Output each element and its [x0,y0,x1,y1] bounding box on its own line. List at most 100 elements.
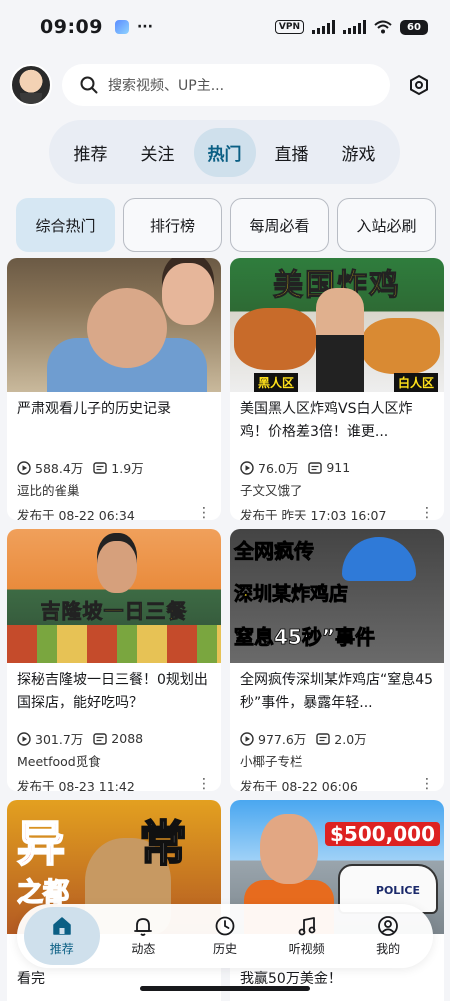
more-options-icon[interactable]: ⋮ [420,776,434,791]
view-count: 588.4万 [35,461,84,476]
thumbnail-label: 黑人区 [254,373,299,392]
video-stats: 301.7万 2088 [7,729,221,748]
video-title-peek: 我赢50万美金！ [240,971,342,987]
view-count: 76.0万 [258,461,299,476]
user-avatar[interactable] [10,64,52,106]
danmaku-icon [308,461,323,474]
thumbnail-label: 白人区 [393,373,438,392]
hexagon-settings-icon [410,74,428,96]
home-indicator[interactable] [140,986,310,991]
bell-icon [134,918,153,936]
video-title: 严肃观看儿子的历史记录 [17,401,171,417]
wifi-icon [374,20,392,34]
nav-label: 听视频 [288,942,325,956]
home-icon [53,917,71,935]
nav-label: 推荐 [49,942,74,956]
video-title: 美国黑人区炸鸡VS白人区炸鸡！价格差3倍！谁更... [240,401,413,440]
nav-label: 动态 [131,942,156,956]
hot-sub-tabs: 综合热门 排行榜 每周必看 入站必刷 [16,198,436,252]
danmaku-count: 1.9万 [111,461,144,476]
thumbnail-label: POLICE [375,884,420,897]
publish-date: 发布于 08-22 06:06 [240,779,358,791]
nav-label: 历史 [212,942,237,956]
status-right: VPN 60 [274,19,428,35]
clock-icon [215,916,235,936]
more-options-icon[interactable]: ⋮ [420,505,434,520]
music-note-icon [298,917,315,936]
thumbnail-headline: 吉隆坡一日三餐 [40,599,188,624]
more-notifications-icon: ··· [136,19,153,35]
danmaku-icon [93,732,107,745]
publish-date: 发布于 昨天 17:03 16:07 [240,508,387,520]
video-title: 探秘吉隆坡一日三餐！0规划出国探店，能好吃吗？ [17,672,208,711]
battery-icon: 60 [400,19,428,35]
thumbnail-headline: 全网疯传 [234,539,315,564]
video-title-peek: 看完 [17,971,45,987]
danmaku-count: 2088 [111,731,144,746]
user-icon [378,916,399,936]
subtab-overall-hot[interactable]: 综合热门 [16,198,115,252]
view-count: 301.7万 [35,732,84,747]
nav-recommend[interactable]: 推荐 [23,907,100,965]
vpn-badge: VPN [274,20,304,34]
play-count-icon [240,731,254,746]
more-options-icon[interactable]: ⋮ [197,776,211,791]
play-count-icon [240,460,254,475]
view-count: 977.6万 [258,732,307,747]
video-thumbnail: 全网疯传 深圳某炸鸡店 窒息45秒”事件 [230,529,444,663]
bottom-navigation: 推荐 动态 历史 听视频 我的 [17,904,433,968]
video-stats: 588.4万 1.9万 [7,458,221,477]
signal-icon [312,20,335,34]
tab-live[interactable]: 直播 [261,128,323,177]
search-bar[interactable]: 搜索视频、UP主... [62,64,390,106]
thumbnail-headline: 常 [138,815,188,873]
status-bar: 09:09 ··· VPN 60 [0,0,450,54]
subtab-must-watch[interactable]: 入站必刷 [337,198,436,252]
uploader-name[interactable]: 逗比的雀巢 [7,477,221,499]
tab-hot[interactable]: 热门 [193,127,256,177]
video-feed: 严肃观看儿子的历史记录 588.4万 1.9万 逗比的雀巢 发布于 08-22 … [7,258,444,1001]
video-thumbnail [7,258,221,392]
more-options-icon[interactable]: ⋮ [197,505,211,520]
thumbnail-headline: 窒息45秒”事件 [234,625,376,650]
thumbnail-headline: $500,000 [324,822,440,846]
search-icon [80,76,98,94]
subtab-weekly[interactable]: 每周必看 [230,198,329,252]
video-card[interactable]: 吉隆坡一日三餐 探秘吉隆坡一日三餐！0规划出国探店，能好吃吗？ 301.7万 2… [7,529,221,791]
nav-dynamic[interactable]: 动态 [105,907,181,965]
danmaku-count: 911 [326,460,351,475]
thumbnail-headline: 深圳某炸鸡店 [234,583,349,606]
status-time: 09:09 [40,16,103,38]
danmaku-count: 2.0万 [334,732,367,747]
uploader-name[interactable]: Meetfood觅食 [7,748,221,770]
subtab-rankings[interactable]: 排行榜 [123,198,222,252]
uploader-name[interactable]: 小椰子专栏 [230,748,444,770]
video-stats: 977.6万 2.0万 [230,729,444,748]
danmaku-icon [93,461,107,474]
signal-icon-2 [343,20,366,34]
danmaku-icon [316,732,330,745]
app-notification-icon [114,20,129,34]
search-placeholder: 搜索视频、UP主... [108,78,225,94]
nav-mine[interactable]: 我的 [350,907,426,965]
uploader-name[interactable]: 子文又饿了 [230,477,444,499]
tab-games[interactable]: 游戏 [328,128,390,177]
tab-following[interactable]: 关注 [127,128,189,177]
main-tab-bar: 推荐 关注 热门 直播 游戏 [49,120,400,184]
video-card[interactable]: 美国炸鸡 黑人区 白人区 美国黑人区炸鸡VS白人区炸鸡！价格差3倍！谁更... … [230,258,444,520]
video-title: 全网疯传深圳某炸鸡店“窒息45秒”事件，暴露年轻... [240,672,434,711]
video-card[interactable]: 严肃观看儿子的历史记录 588.4万 1.9万 逗比的雀巢 发布于 08-22 … [7,258,221,520]
video-card[interactable]: 全网疯传 深圳某炸鸡店 窒息45秒”事件 全网疯传深圳某炸鸡店“窒息45秒”事件… [230,529,444,791]
video-stats: 76.0万 911 [230,458,444,477]
publish-date: 发布于 08-23 11:42 [17,779,135,791]
video-thumbnail: 吉隆坡一日三餐 [7,529,221,663]
nav-listen[interactable]: 听视频 [269,907,345,965]
settings-button[interactable] [402,68,436,102]
video-thumbnail: 美国炸鸡 黑人区 白人区 [230,258,444,392]
play-count-icon [17,460,31,475]
tab-recommend[interactable]: 推荐 [60,128,122,177]
play-count-icon [17,731,31,746]
nav-label: 我的 [376,942,401,956]
thumbnail-headline: 异 [16,815,66,873]
nav-history[interactable]: 历史 [187,907,263,965]
